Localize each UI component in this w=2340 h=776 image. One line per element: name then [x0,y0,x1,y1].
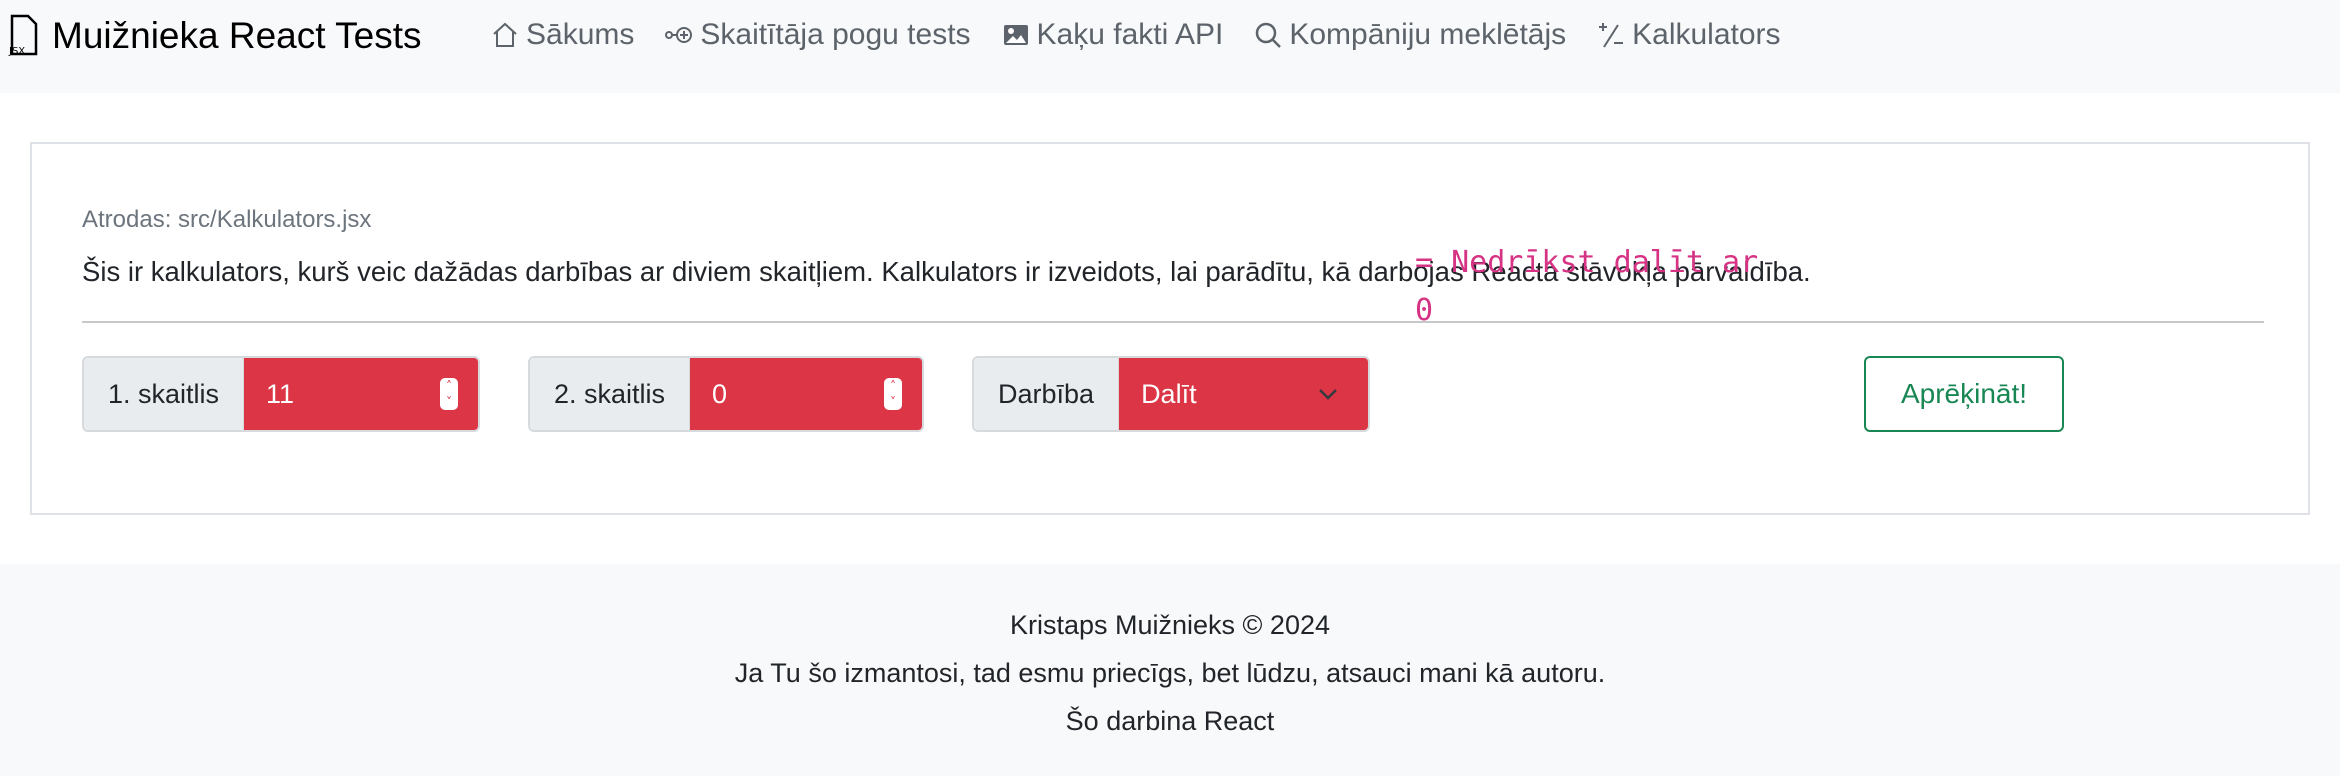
footer-attribution: Ja Tu šo izmantosi, tad esmu priecīgs, b… [734,658,1606,688]
operation-label: Darbība [974,358,1120,430]
spinner-icon[interactable]: ˄ ˅ [884,378,902,410]
search-icon [1256,22,1282,48]
house-icon [493,22,517,47]
number2-label: 2. skaitlis [530,358,691,430]
footer-copyright: Kristaps Muižnieks © 2024 [1009,610,1331,640]
plus-slash-minus-icon [1599,23,1624,48]
number1-label: 1. skaitlis [84,358,245,430]
footer-powered-by: Šo darbina React [1065,706,1275,736]
nav-link-kalkulators[interactable]: Kalkulators [1596,18,1781,52]
file-location: Atrodas: src/Kalkulators.jsx [82,206,372,233]
nav-link-kaku-fakti[interactable]: Kaķu fakti API [1001,18,1224,52]
spinner-icon[interactable]: ˄ ˅ [440,378,458,410]
svg-text:JSX: JSX [8,46,25,57]
jsx-file-icon: JSX [8,14,38,57]
image-icon [1003,25,1028,45]
number1-group: 1. skaitlis 11 ˄ ˅ [82,356,480,432]
nav-link-kompaniju-mekletajs[interactable]: Kompāniju meklētājs [1253,18,1566,52]
footer: Kristaps Muižnieks © 2024 Ja Tu šo izman… [0,564,2340,776]
number2-value: 0 [712,378,728,409]
brand-link[interactable]: JSX Muižnieka React Tests [6,14,421,58]
operation-value: Dalīt [1141,378,1197,409]
navbar: JSX Muižnieka React Tests Sākums Skaitīt… [0,0,2340,93]
node-plus-icon [665,27,693,43]
nav-link-label: Sākums [526,18,635,51]
chevron-down-icon [1319,389,1337,400]
number2-group: 2. skaitlis 0 ˄ ˅ [528,356,924,432]
brand-title: Muižnieka React Tests [52,15,422,56]
number1-input[interactable]: 11 ˄ ˅ [244,358,478,430]
operation-group: Darbība Dalīt [972,356,1370,432]
divider [82,321,2264,323]
number1-value: 11 [266,378,295,409]
nav-link-label: Kaķu fakti API [1036,18,1224,51]
operation-select[interactable]: Dalīt [1119,358,1368,430]
nav-link-skaititajs[interactable]: Skaitītāja pogu tests [664,18,971,52]
result-text: = Nedrīkst dalīt ar 0 [1415,245,1759,328]
nav-link-label: Kompāniju meklētājs [1289,18,1567,51]
nav-link-sakums[interactable]: Sākums [490,18,634,52]
calculator-card: Atrodas: src/Kalkulators.jsx Šis ir kalk… [30,142,2310,515]
calculate-button[interactable]: Aprēķināt! [1864,356,2064,432]
nav-link-label: Skaitītāja pogu tests [700,18,971,51]
nav-link-label: Kalkulators [1632,18,1781,51]
number2-input[interactable]: 0 ˄ ˅ [690,358,922,430]
